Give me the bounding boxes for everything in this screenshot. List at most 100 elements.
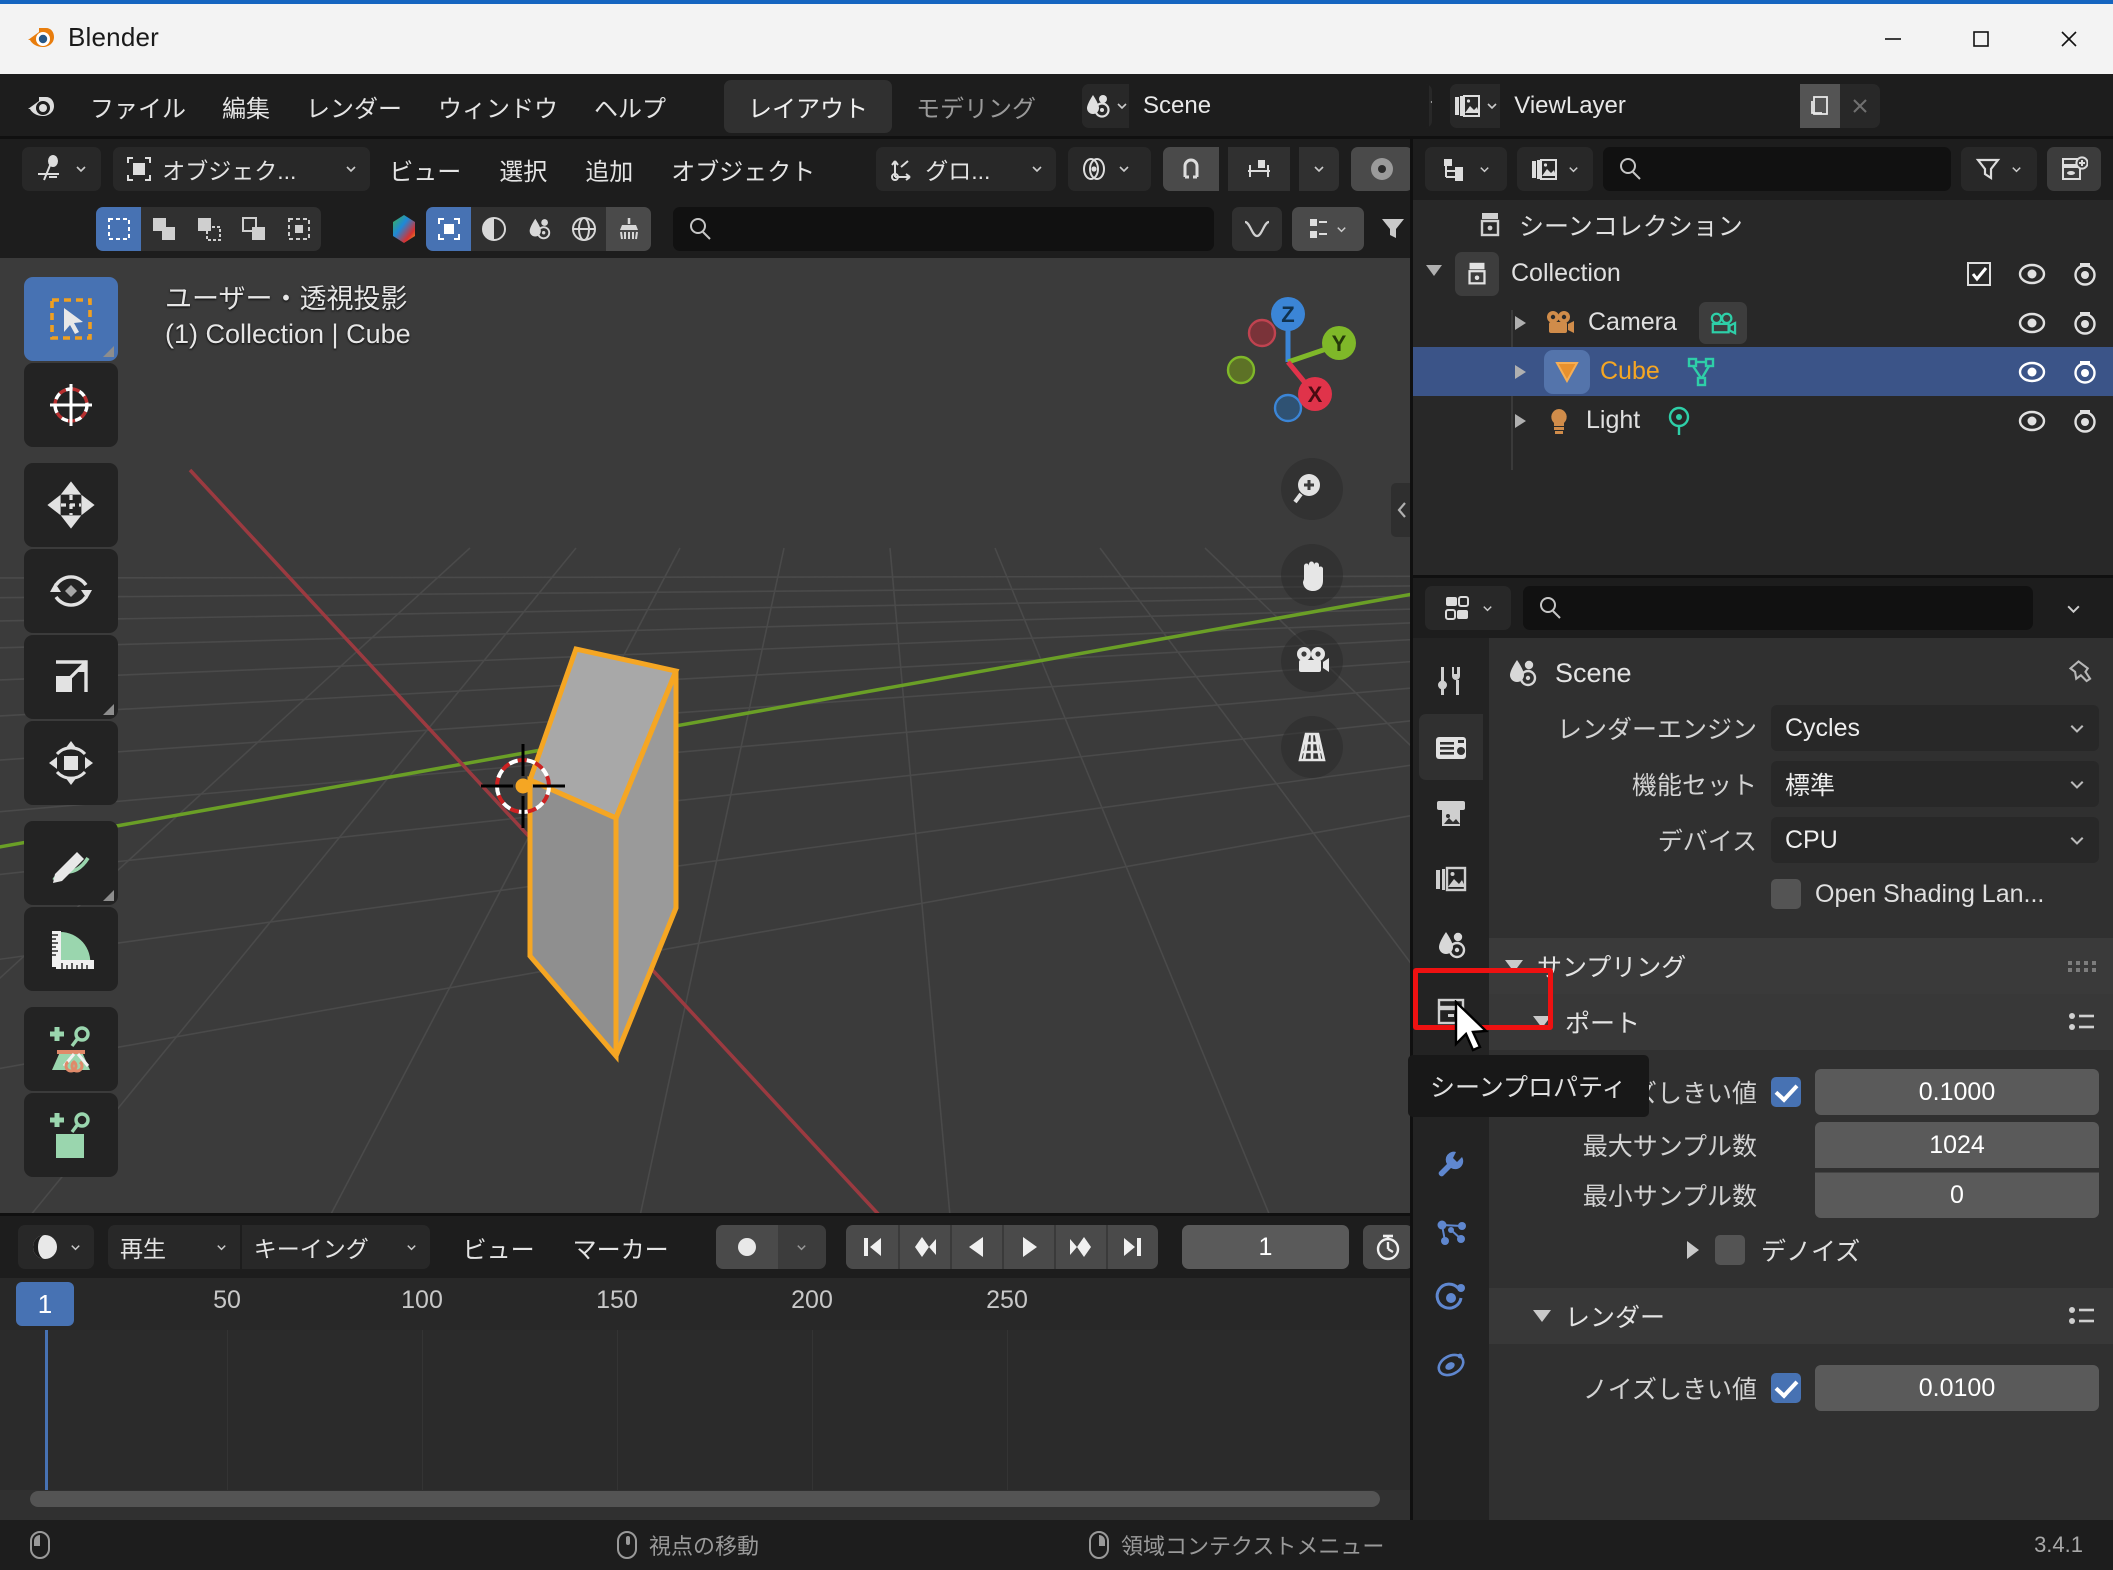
checkbox-icon[interactable] [1965, 260, 1993, 288]
editor-seam-horizontal[interactable] [1413, 575, 2113, 578]
properties-tab-scene[interactable] [1419, 912, 1483, 978]
editor-seam-timeline[interactable] [0, 1213, 1413, 1216]
eye-icon[interactable] [2017, 261, 2047, 287]
viewlayer-name-field[interactable]: ViewLayer [1500, 84, 1801, 128]
tool-annotate[interactable] [24, 821, 118, 905]
select-mode-subtract[interactable] [186, 207, 231, 251]
menu-file[interactable]: ファイル [72, 83, 204, 130]
light-data-icon[interactable] [1664, 405, 1694, 437]
menu-window[interactable]: ウィンドウ [420, 83, 576, 130]
denoise-checkbox[interactable] [1715, 1235, 1745, 1265]
maximize-button[interactable] [1937, 4, 2025, 74]
new-collection-button[interactable] [2047, 147, 2101, 191]
viewport-subpanel-header[interactable]: ポート [1489, 994, 2113, 1050]
osl-checkbox[interactable] [1771, 879, 1801, 909]
outliner-row-scene-collection[interactable]: シーンコレクション [1413, 200, 2113, 249]
noise-threshold-checkbox[interactable] [1771, 1077, 1801, 1107]
max-samples-field[interactable]: 1024 [1815, 1122, 2099, 1168]
properties-tab-render[interactable] [1419, 714, 1483, 780]
color-gradient-icon[interactable] [381, 207, 426, 251]
menu-render[interactable]: レンダー [288, 83, 420, 130]
auto-keying-icon[interactable] [715, 1225, 778, 1269]
workspace-tab-layout[interactable]: レイアウト [724, 79, 892, 133]
play-reverse-button[interactable] [949, 1225, 1002, 1269]
close-button[interactable] [2025, 4, 2113, 74]
viewport-menu-view[interactable]: ビュー [370, 152, 480, 187]
editor-type-selector[interactable] [22, 147, 102, 191]
tool-move[interactable] [24, 463, 118, 547]
tool-scale[interactable] [24, 635, 118, 719]
properties-tab-output[interactable] [1419, 780, 1483, 846]
render-panel-header[interactable]: レンダー [1489, 1288, 2113, 1344]
properties-tab-modifier[interactable] [1419, 1132, 1483, 1198]
viewport-menu-select[interactable]: 選択 [480, 152, 566, 187]
camera-render-icon[interactable] [2071, 260, 2099, 288]
properties-tab-constraint[interactable] [1419, 1330, 1483, 1396]
device-dropdown[interactable]: CPU [1771, 817, 2099, 863]
viewport-zoom-button[interactable] [1281, 458, 1343, 520]
timeline-horizontal-scrollbar[interactable] [30, 1491, 1380, 1507]
outliner-row-cube[interactable]: Cube [1413, 347, 2113, 396]
outliner-display-mode[interactable] [1425, 147, 1507, 191]
timeline-editor-type[interactable] [18, 1225, 94, 1269]
expand-triangle-icon[interactable] [1515, 315, 1526, 330]
properties-tab-tool[interactable] [1419, 648, 1483, 714]
sampling-panel-header[interactable]: サンプリング [1489, 938, 2113, 994]
camera-data-icon[interactable] [1698, 301, 1747, 344]
auto-keying-dropdown[interactable] [777, 1225, 826, 1269]
viewport-menu-object[interactable]: オブジェクト [652, 152, 834, 187]
feature-set-dropdown[interactable]: 標準 [1771, 761, 2099, 807]
tool-rotate[interactable] [24, 549, 118, 633]
render-noise-threshold-checkbox[interactable] [1771, 1373, 1801, 1403]
pivot-point-selector[interactable] [1068, 147, 1152, 191]
menu-edit[interactable]: 編集 [204, 83, 288, 130]
expand-triangle-icon[interactable] [1426, 264, 1442, 283]
jump-to-end-button[interactable] [1105, 1225, 1158, 1269]
eye-icon[interactable] [2017, 359, 2047, 385]
snap-to-increment-icon[interactable] [1228, 147, 1291, 191]
drag-handle-icon[interactable] [2068, 960, 2097, 972]
properties-search-input[interactable] [1523, 586, 2033, 630]
select-mode-invert[interactable] [231, 207, 276, 251]
scene-props-icon[interactable] [516, 207, 561, 251]
menu-help[interactable]: ヘルプ [576, 83, 684, 130]
jump-to-start-button[interactable] [845, 1225, 898, 1269]
viewport-menu-add[interactable]: 追加 [566, 152, 652, 187]
tool-cursor[interactable] [24, 363, 118, 447]
preset-list-icon[interactable] [2067, 1009, 2097, 1035]
eye-icon[interactable] [2017, 408, 2047, 434]
tool-transform[interactable] [24, 721, 118, 805]
viewlayer-icon[interactable] [1450, 84, 1501, 128]
prev-keyframe-button[interactable] [897, 1225, 950, 1269]
select-mode-intersect[interactable] [276, 207, 321, 251]
timeline-menu-keying[interactable]: キーイング [239, 1225, 430, 1269]
tool-search-box[interactable] [673, 207, 1214, 251]
min-samples-field[interactable]: 0 [1815, 1172, 2099, 1218]
snap-magnet-icon[interactable] [1163, 147, 1220, 191]
expand-triangle-icon[interactable] [1515, 364, 1526, 379]
properties-tab-viewlayer[interactable] [1419, 846, 1483, 912]
scene-icon[interactable] [1082, 84, 1129, 128]
next-keyframe-button[interactable] [1053, 1225, 1106, 1269]
delete-viewlayer-icon[interactable] [1840, 84, 1880, 128]
expand-triangle-icon[interactable] [1515, 413, 1526, 428]
outliner-tree[interactable]: シーンコレクション Collection Camera Cube Light [1413, 200, 2113, 578]
camera-render-icon[interactable] [2071, 407, 2099, 435]
interaction-mode-selector[interactable]: オブジェク... [113, 147, 371, 191]
current-frame-field[interactable]: 1 [1181, 1225, 1350, 1269]
object-select-button[interactable] [426, 207, 471, 251]
tool-add-cube[interactable] [24, 1007, 118, 1091]
workspace-tab-modeling[interactable]: モデリング [892, 80, 1060, 133]
properties-tab-particles[interactable] [1419, 1198, 1483, 1264]
stopwatch-icon[interactable] [1363, 1225, 1413, 1269]
proportional-edit-toggle[interactable] [1351, 147, 1413, 191]
snap-dropdown-icon[interactable] [1299, 147, 1340, 191]
timeline-menu-marker[interactable]: マーカー [554, 1230, 688, 1265]
timeline-menu-playback[interactable]: 再生 [108, 1225, 240, 1269]
viewport-pan-button[interactable] [1281, 544, 1343, 606]
shading-icon[interactable] [471, 207, 516, 251]
outliner-filter-id-type[interactable] [1517, 147, 1593, 191]
eye-icon[interactable] [2017, 310, 2047, 336]
camera-render-icon[interactable] [2071, 358, 2099, 386]
viewport-nav-gizmo[interactable]: Z Y X [1216, 290, 1361, 435]
